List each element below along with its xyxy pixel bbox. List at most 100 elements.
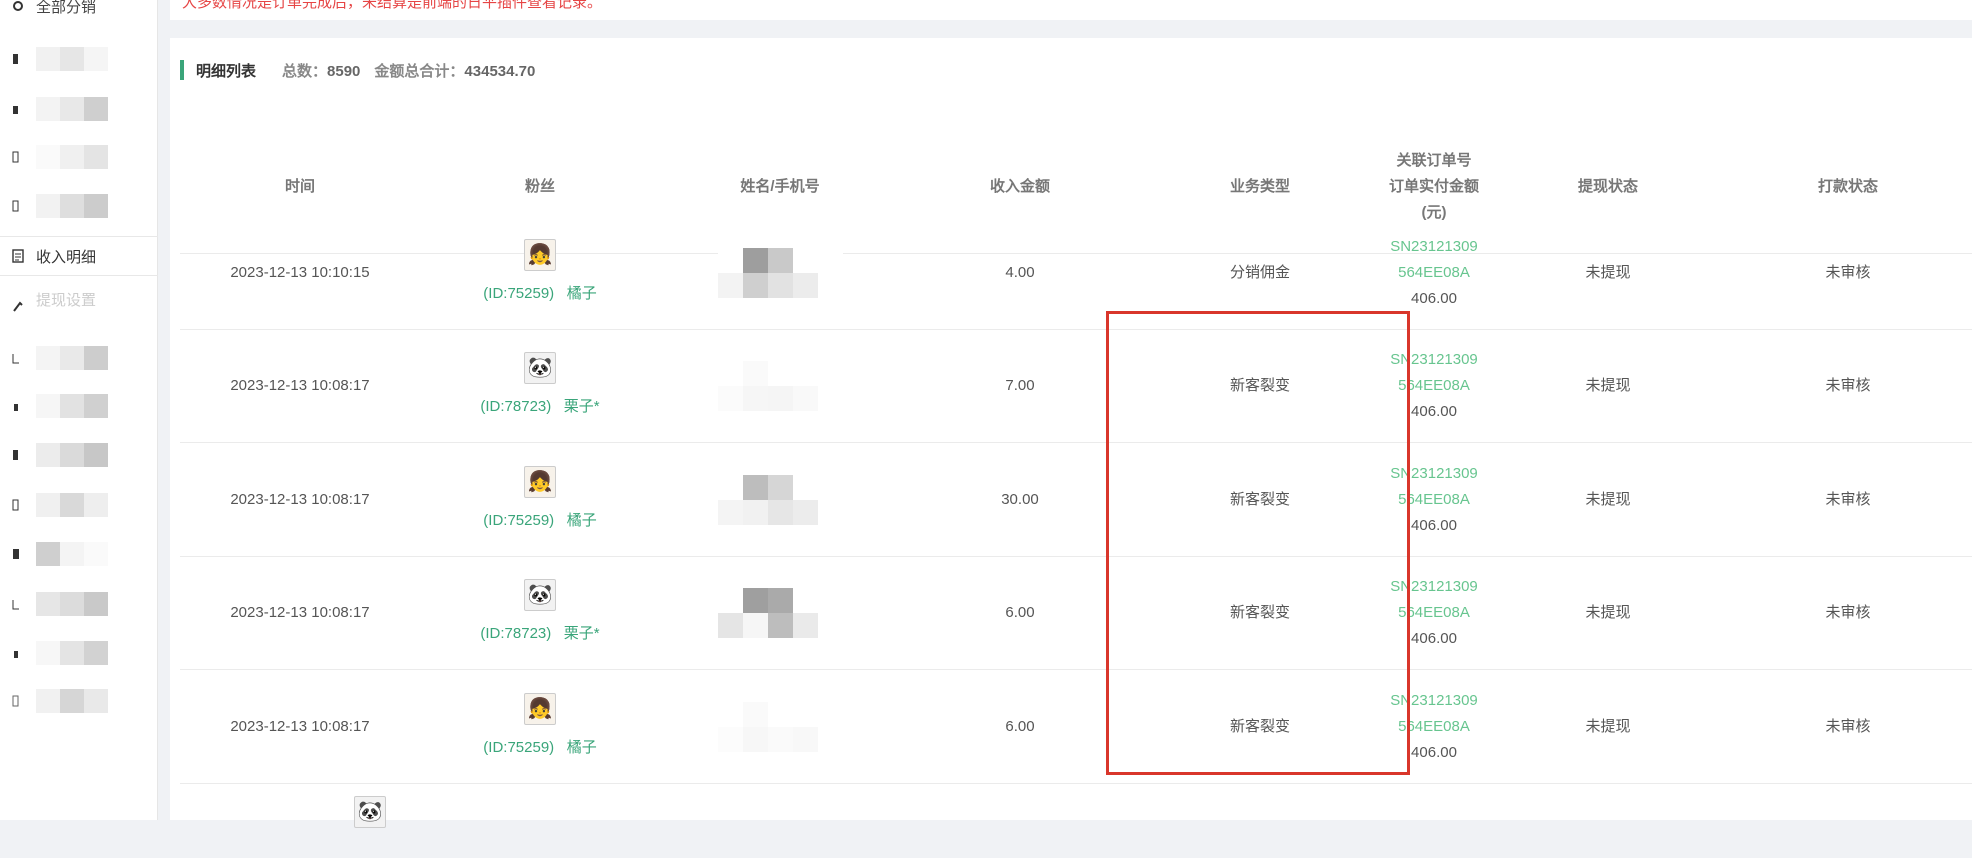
fan-link[interactable]: (ID:75259) 橘子	[483, 281, 596, 307]
sidebar-item-income-detail[interactable]: 收入明细	[0, 236, 158, 276]
sidebar-item-label: 收入明细	[36, 248, 97, 266]
notice-text: 大多数情况是订单完成后，未结算是前端的日平插件查看记录。	[182, 0, 603, 11]
menu-icon	[12, 597, 24, 611]
cell-name-phone	[660, 329, 900, 443]
blurred-name-phone	[717, 361, 843, 411]
panel-title: 明细列表	[196, 62, 257, 80]
order-paid: 406.00	[1411, 630, 1457, 647]
menu-icon	[12, 399, 24, 413]
blurred-label	[36, 493, 108, 517]
order-paid: 406.00	[1411, 290, 1457, 307]
tool-icon	[12, 299, 24, 313]
sidebar-item-blurred[interactable]	[0, 435, 158, 475]
fan-link[interactable]: (ID:75259) 橘子	[483, 508, 596, 534]
cell-pay-status: 未审核	[1825, 377, 1871, 394]
avatar: 🐼	[524, 352, 556, 384]
cell-fan: 🐼 (ID:78723) 栗子*	[420, 556, 660, 670]
order-link[interactable]: SN23121309	[1390, 234, 1478, 260]
document-icon	[12, 249, 24, 263]
blurred-label	[36, 641, 108, 665]
cell-fan: 👧 (ID:75259) 橘子	[420, 216, 660, 330]
cell-income: 4.00	[1005, 264, 1035, 281]
cell-pay-status: 未审核	[1825, 264, 1871, 281]
cell-time: 2023-12-13 10:08:17	[230, 377, 370, 394]
cell-income: 7.00	[1005, 377, 1035, 394]
table-row: 2023-12-13 10:08:17 👧 (ID:75259) 橘子 30.0…	[180, 443, 1972, 557]
sidebar-item-blurred[interactable]	[0, 338, 158, 378]
menu-icon	[12, 646, 24, 660]
sidebar-item-blurred[interactable]	[0, 681, 158, 721]
blurred-name-phone	[717, 248, 843, 298]
sidebar-item-blurred[interactable]	[0, 137, 158, 177]
avatar: 👧	[524, 693, 556, 725]
sidebar-item-blurred[interactable]	[0, 584, 158, 624]
blurred-label	[36, 346, 108, 370]
menu-icon	[12, 448, 24, 462]
cell-withdraw-status: 未提现	[1585, 264, 1631, 281]
menu-icon	[12, 52, 24, 66]
blurred-name-phone	[717, 588, 843, 638]
sidebar-item-blurred[interactable]	[0, 89, 158, 129]
menu-icon	[12, 694, 24, 708]
blurred-label	[36, 443, 108, 467]
menu-icon	[12, 150, 24, 164]
sidebar-item-blurred[interactable]	[0, 186, 158, 226]
cell-pay-status: 未审核	[1825, 604, 1871, 621]
cell-withdraw-status: 未提现	[1585, 377, 1631, 394]
cell-income: 6.00	[1005, 604, 1035, 621]
cell-pay-status: 未审核	[1825, 491, 1871, 508]
sidebar-item-blurred[interactable]	[0, 386, 158, 426]
sidebar: 全部分销 收入明细 提现设置	[0, 0, 158, 820]
panel-header: 明细列表 总数：8590 金额总合计：434534.70	[180, 60, 549, 80]
blurred-label	[36, 592, 108, 616]
menu-icon	[12, 199, 24, 213]
accent-bar	[180, 60, 184, 80]
sidebar-item-all-distribution[interactable]: 全部分销	[0, 0, 158, 26]
order-paid: 406.00	[1411, 517, 1457, 534]
cell-fan: 🐼 (ID:78723) 栗子*	[420, 329, 660, 443]
cell-name-phone	[660, 443, 900, 557]
total-count: 总数：8590	[282, 62, 361, 80]
menu-icon	[12, 102, 24, 116]
notice-bar: 大多数情况是订单完成后，未结算是前端的日平插件查看记录。	[170, 0, 1972, 20]
menu-icon	[12, 547, 24, 561]
cell-fan: 👧 (ID:75259) 橘子	[420, 443, 660, 557]
sidebar-item-blurred[interactable]	[0, 39, 158, 79]
blurred-label	[36, 394, 108, 418]
sidebar-item-label: 提现设置	[36, 291, 97, 309]
total-amount: 金额总合计：434534.70	[374, 62, 536, 80]
cell-time: 2023-12-13 10:08:17	[230, 491, 370, 508]
menu-icon	[12, 351, 24, 365]
fan-link[interactable]: (ID:78723) 栗子*	[480, 621, 599, 647]
blurred-label	[36, 194, 108, 218]
sidebar-item-blurred[interactable]	[0, 485, 158, 525]
cell-income: 30.00	[1001, 491, 1039, 508]
cell-name-phone	[660, 216, 900, 330]
cell-withdraw-status: 未提现	[1585, 491, 1631, 508]
order-paid: 406.00	[1411, 403, 1457, 420]
sidebar-item-withdraw-settings[interactable]: 提现设置	[0, 286, 158, 326]
avatar: 🐼	[524, 579, 556, 611]
sidebar-item-blurred[interactable]	[0, 534, 158, 574]
cell-withdraw-status: 未提现	[1585, 604, 1631, 621]
avatar: 🐼	[354, 796, 386, 828]
table-row: 2023-12-13 10:08:17 🐼 (ID:78723) 栗子* 7.0…	[180, 329, 1972, 443]
cell-time: 2023-12-13 10:08:17	[230, 604, 370, 621]
order-link[interactable]: 564EE08A	[1398, 260, 1470, 286]
blurred-name-phone	[717, 475, 843, 525]
sidebar-item-blurred[interactable]	[0, 633, 158, 673]
cell-name-phone	[660, 556, 900, 670]
avatar: 👧	[524, 239, 556, 271]
fan-link[interactable]: (ID:78723) 栗子*	[480, 394, 599, 420]
blurred-label	[36, 145, 108, 169]
avatar: 👧	[524, 466, 556, 498]
blurred-label	[36, 47, 108, 71]
sidebar-item-label: 全部分销	[36, 0, 97, 16]
blurred-label	[36, 689, 108, 713]
table-row: 2023-12-13 10:08:17 🐼 (ID:78723) 栗子* 6.0…	[180, 556, 1972, 670]
menu-icon	[12, 498, 24, 512]
table-row: 2023-12-13 10:10:15 👧 (ID:75259) 橘子 4.00…	[180, 216, 1972, 330]
blurred-label	[36, 542, 108, 566]
cell-time: 2023-12-13 10:10:15	[230, 264, 370, 281]
highlight-box	[1106, 311, 1410, 775]
